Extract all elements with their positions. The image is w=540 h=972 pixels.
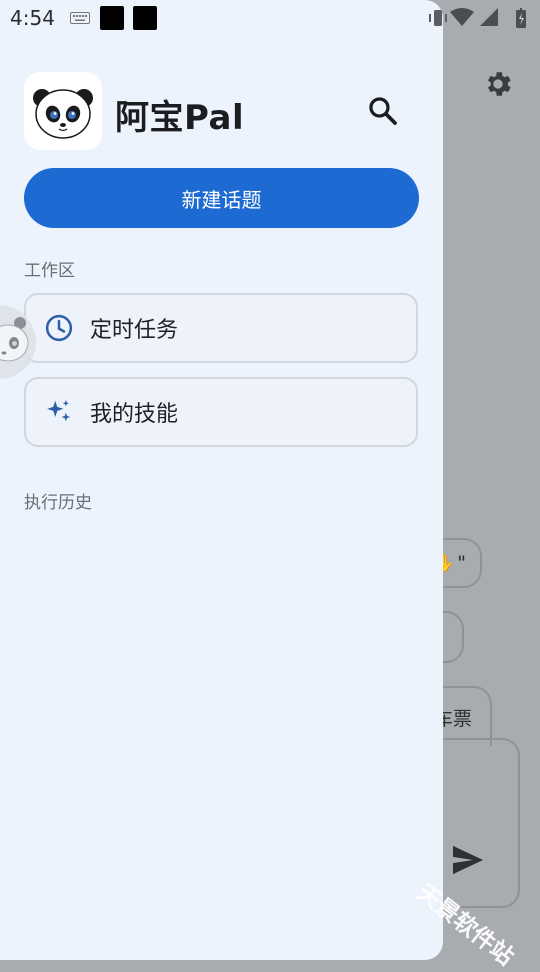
- clock-icon: [45, 314, 73, 342]
- workspace-section-label: 工作区: [24, 261, 75, 281]
- app-logo: [24, 72, 102, 150]
- new-topic-button[interactable]: 新建话题: [24, 168, 419, 228]
- wifi-icon: [450, 8, 474, 26]
- sparkle-icon: [47, 400, 71, 422]
- notification-square-icon: [133, 6, 157, 30]
- system-status-icons: [429, 8, 526, 28]
- my-skills-item[interactable]: 我的技能: [24, 377, 418, 447]
- search-icon[interactable]: [366, 94, 400, 128]
- battery-icon: [516, 8, 526, 28]
- scheduled-tasks-label: 定时任务: [90, 318, 179, 343]
- my-skills-label: 我的技能: [90, 402, 179, 427]
- app-title: 阿宝Pal: [115, 98, 245, 138]
- notification-square-icon: [100, 6, 124, 30]
- keyboard-icon: [70, 12, 90, 24]
- settings-gear-icon[interactable]: [482, 68, 514, 100]
- suggestion-chip-text: ": [457, 552, 466, 574]
- send-icon[interactable]: [448, 840, 488, 880]
- signal-icon: [480, 8, 498, 26]
- navigation-drawer: 4:54 阿宝Pal 新建话题 工作区 定时任务 我的技能 执行历史: [0, 0, 443, 960]
- history-section-label: 执行历史: [24, 493, 92, 513]
- status-time: 4:54: [10, 6, 55, 30]
- panda-logo-icon: [33, 89, 93, 139]
- vibrate-icon: [429, 10, 447, 26]
- scheduled-tasks-item[interactable]: 定时任务: [24, 293, 418, 363]
